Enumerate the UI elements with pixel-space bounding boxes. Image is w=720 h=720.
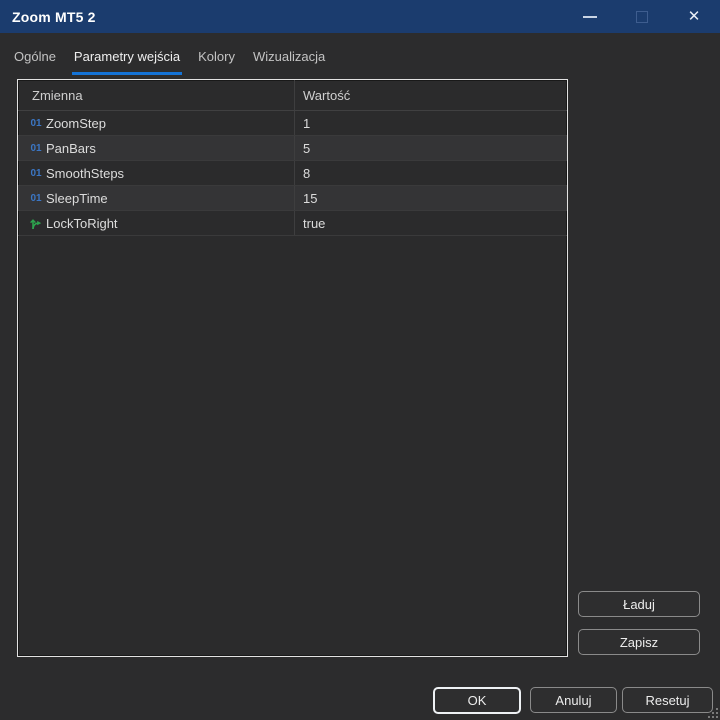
table-row[interactable]: 01 ZoomStep 1 [18, 111, 567, 136]
integer-param-icon: 01 [30, 192, 42, 204]
maximize-icon [636, 10, 648, 23]
title-bar: Zoom MT5 2 ✕ [0, 0, 720, 33]
param-name: SmoothSteps [46, 165, 125, 181]
tab-wizualizacja[interactable]: Wizualizacja [251, 39, 327, 75]
param-value[interactable]: 8 [303, 166, 310, 181]
param-value[interactable]: 1 [303, 116, 310, 131]
close-button[interactable]: ✕ [668, 0, 720, 33]
minimize-button[interactable] [564, 0, 616, 33]
resize-grip[interactable] [706, 706, 718, 718]
tab-kolory[interactable]: Kolory [196, 39, 237, 75]
param-name: SleepTime [46, 190, 108, 206]
param-name: PanBars [46, 140, 96, 156]
column-header-zmienna: Zmienna [32, 87, 83, 103]
parameters-panel: Zmienna Wartość 01 ZoomStep 1 01 PanBars… [17, 79, 568, 657]
maximize-button[interactable] [616, 0, 668, 33]
param-name: ZoomStep [46, 115, 106, 131]
table-row[interactable]: 01 SmoothSteps 8 [18, 161, 567, 186]
minimize-icon [583, 15, 597, 18]
table-row[interactable]: 01 PanBars 5 [18, 136, 567, 161]
reset-button[interactable]: Resetuj [622, 687, 713, 713]
table-row[interactable]: 01 SleepTime 15 [18, 186, 567, 211]
tab-parametry-wejscia[interactable]: Parametry wejścia [71, 39, 183, 75]
cancel-button[interactable]: Anuluj [530, 687, 617, 713]
tab-bar: Ogólne Parametry wejścia Kolory Wizualiz… [0, 33, 720, 75]
param-value[interactable]: 15 [303, 191, 317, 206]
window-controls: ✕ [564, 0, 720, 33]
window-title: Zoom MT5 2 [12, 8, 96, 25]
table-header-row: Zmienna Wartość [18, 80, 567, 111]
param-value[interactable]: 5 [303, 141, 310, 156]
table-row[interactable]: LockToRight true [18, 211, 567, 236]
load-button[interactable]: Ładuj [578, 591, 700, 617]
integer-param-icon: 01 [30, 142, 42, 154]
close-icon: ✕ [687, 8, 701, 25]
tab-ogolne[interactable]: Ogólne [12, 39, 58, 75]
bool-param-icon [26, 216, 46, 230]
save-button[interactable]: Zapisz [578, 629, 700, 655]
param-value[interactable]: true [303, 216, 325, 231]
ok-button[interactable]: OK [433, 687, 521, 714]
integer-param-icon: 01 [30, 117, 42, 129]
param-name: LockToRight [46, 215, 118, 231]
integer-param-icon: 01 [30, 167, 42, 179]
column-header-wartosc: Wartość [294, 80, 567, 110]
